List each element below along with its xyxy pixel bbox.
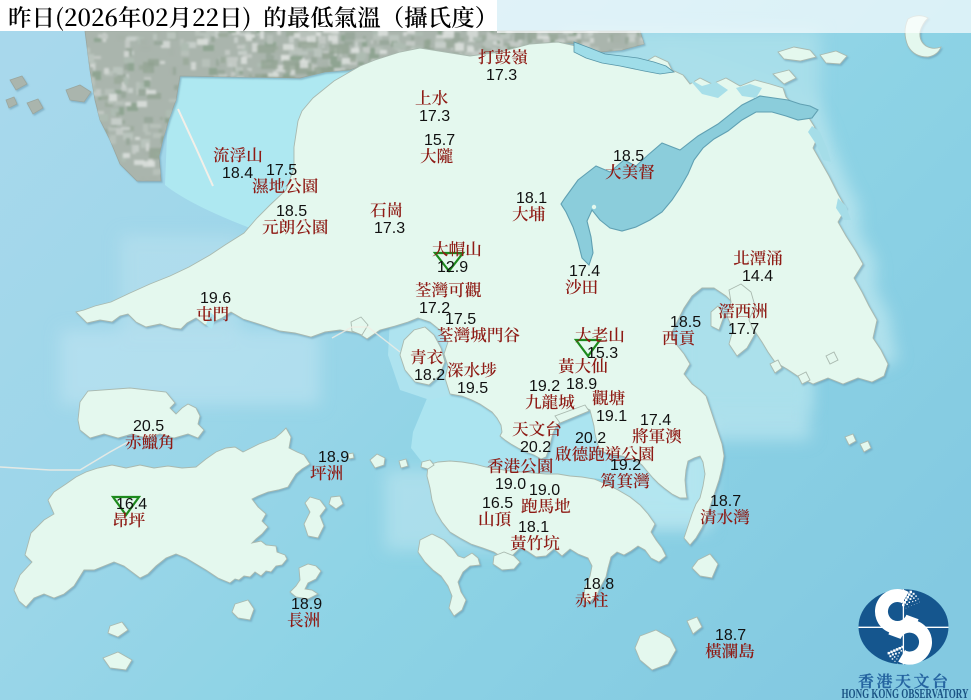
svg-text:17.7: 17.7 <box>728 321 759 338</box>
svg-text:18.1: 18.1 <box>518 519 549 536</box>
svg-text:19.2: 19.2 <box>610 457 641 474</box>
svg-text:19.0: 19.0 <box>529 482 560 499</box>
svg-text:18.1: 18.1 <box>516 190 547 207</box>
svg-text:18.5: 18.5 <box>613 148 644 165</box>
svg-text:19.0: 19.0 <box>495 476 526 493</box>
svg-text:16.4: 16.4 <box>116 496 147 513</box>
svg-text:15.7: 15.7 <box>424 132 455 149</box>
svg-text:20.2: 20.2 <box>520 439 551 456</box>
svg-text:14.4: 14.4 <box>742 268 773 285</box>
svg-text:17.3: 17.3 <box>486 67 517 84</box>
svg-text:18.5: 18.5 <box>276 203 307 220</box>
svg-text:17.5: 17.5 <box>266 162 297 179</box>
svg-text:HONG KONG OBSERVATORY: HONG KONG OBSERVATORY <box>842 687 969 700</box>
svg-text:15.3: 15.3 <box>587 345 618 362</box>
svg-text:18.2: 18.2 <box>414 367 445 384</box>
svg-text:17.4: 17.4 <box>569 263 600 280</box>
svg-text:19.2: 19.2 <box>529 378 560 395</box>
svg-text:17.3: 17.3 <box>374 220 405 237</box>
svg-text:18.9: 18.9 <box>566 376 597 393</box>
svg-text:12.9: 12.9 <box>437 259 468 276</box>
svg-text:17.4: 17.4 <box>640 412 671 429</box>
svg-text:18.7: 18.7 <box>710 493 741 510</box>
svg-text:18.8: 18.8 <box>583 576 614 593</box>
svg-text:20.2: 20.2 <box>575 430 606 447</box>
svg-text:16.5: 16.5 <box>482 495 513 512</box>
svg-text:20.5: 20.5 <box>133 418 164 435</box>
svg-text:18.9: 18.9 <box>291 596 322 613</box>
svg-text:19.1: 19.1 <box>596 408 627 425</box>
svg-text:18.5: 18.5 <box>670 314 701 331</box>
svg-text:18.4: 18.4 <box>222 165 253 182</box>
svg-text:17.5: 17.5 <box>445 311 476 328</box>
svg-text:19.5: 19.5 <box>457 380 488 397</box>
svg-text:19.6: 19.6 <box>200 290 231 307</box>
svg-text:18.7: 18.7 <box>715 627 746 644</box>
svg-text:17.3: 17.3 <box>419 108 450 125</box>
svg-text:18.9: 18.9 <box>318 449 349 466</box>
